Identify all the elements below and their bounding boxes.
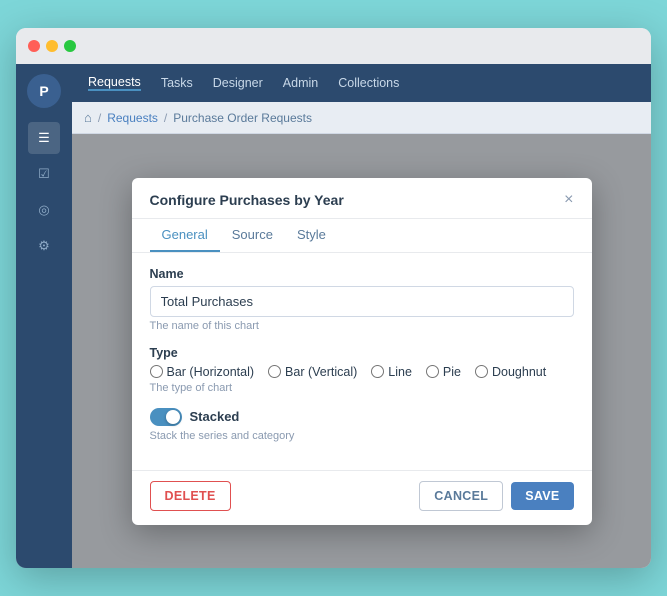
radio-doughnut[interactable]: Doughnut [475,365,546,379]
save-button[interactable]: SAVE [511,482,573,510]
toggle-knob [166,410,180,424]
modal-tabs: General Source Style [132,219,592,253]
nav-collections[interactable]: Collections [338,76,399,90]
cancel-button[interactable]: CANCEL [419,481,503,511]
page-area: Configure Purchases by Year × General So… [72,134,651,568]
check-icon: ☑ [38,166,50,182]
sidebar-logo[interactable]: P [27,74,61,108]
minimize-button[interactable] [46,40,58,52]
type-group: Type Bar (Horizontal) Bar (Vertical) [150,346,574,394]
top-nav: Requests Tasks Designer Admin Collection… [72,64,651,102]
home-icon[interactable]: ⌂ [84,110,92,125]
sidebar-item-check[interactable]: ☑ [28,158,60,190]
breadcrumb-sep-1: / [98,111,101,125]
stacked-row: Stacked [150,408,574,426]
radio-line-input[interactable] [371,365,384,378]
type-radio-group: Bar (Horizontal) Bar (Vertical) Line [150,365,574,379]
radio-pie[interactable]: Pie [426,365,461,379]
stacked-toggle[interactable] [150,408,182,426]
stacked-hint: Stack the series and category [150,430,574,442]
type-hint: The type of chart [150,382,574,394]
maximize-button[interactable] [64,40,76,52]
app-container: P ☰ ☑ ◎ ⚙ Requests Tasks Designer Admin [16,64,651,568]
radio-pie-input[interactable] [426,365,439,378]
type-label: Type [150,346,574,360]
delete-button[interactable]: DELETE [150,481,231,511]
radio-line-label: Line [388,365,412,379]
sidebar: P ☰ ☑ ◎ ⚙ [16,64,72,568]
name-label: Name [150,267,574,281]
radio-bar-vertical-label: Bar (Vertical) [285,365,357,379]
breadcrumb-sep-2: / [164,111,167,125]
modal-body: Name The name of this chart Type [132,253,592,470]
name-input[interactable] [150,286,574,317]
name-hint: The name of this chart [150,320,574,332]
modal: Configure Purchases by Year × General So… [132,178,592,525]
gear-icon: ⚙ [38,238,50,254]
browser-window: P ☰ ☑ ◎ ⚙ Requests Tasks Designer Admin [16,28,651,568]
breadcrumb-current: Purchase Order Requests [173,111,312,125]
modal-overlay: Configure Purchases by Year × General So… [72,134,651,568]
radio-bar-horizontal[interactable]: Bar (Horizontal) [150,365,255,379]
nav-designer[interactable]: Designer [213,76,263,90]
logo-text: P [39,83,48,99]
tab-style[interactable]: Style [285,219,338,252]
tab-general[interactable]: General [150,219,220,252]
radio-doughnut-input[interactable] [475,365,488,378]
nav-tasks[interactable]: Tasks [161,76,193,90]
modal-title: Configure Purchases by Year [150,192,344,208]
footer-right: CANCEL SAVE [419,481,573,511]
radio-line[interactable]: Line [371,365,412,379]
modal-footer: DELETE CANCEL SAVE [132,470,592,525]
radio-doughnut-label: Doughnut [492,365,546,379]
title-bar [16,28,651,64]
radio-bar-vertical-input[interactable] [268,365,281,378]
stacked-label: Stacked [190,409,240,424]
sidebar-item-gear[interactable]: ⚙ [28,230,60,262]
nav-requests[interactable]: Requests [88,75,141,91]
stacked-group: Stacked Stack the series and category [150,408,574,442]
radio-bar-horizontal-label: Bar (Horizontal) [167,365,255,379]
breadcrumb-requests[interactable]: Requests [107,111,158,125]
sidebar-item-user[interactable]: ◎ [28,194,60,226]
user-icon: ◎ [38,202,49,218]
nav-admin[interactable]: Admin [283,76,318,90]
main-content: Requests Tasks Designer Admin Collection… [72,64,651,568]
close-button[interactable] [28,40,40,52]
radio-pie-label: Pie [443,365,461,379]
tab-source[interactable]: Source [220,219,285,252]
modal-close-button[interactable]: × [564,192,573,208]
modal-header: Configure Purchases by Year × [132,178,592,219]
breadcrumb: ⌂ / Requests / Purchase Order Requests [72,102,651,134]
radio-bar-vertical[interactable]: Bar (Vertical) [268,365,357,379]
sidebar-item-list[interactable]: ☰ [28,122,60,154]
list-icon: ☰ [38,130,50,146]
name-group: Name The name of this chart [150,267,574,332]
radio-bar-horizontal-input[interactable] [150,365,163,378]
